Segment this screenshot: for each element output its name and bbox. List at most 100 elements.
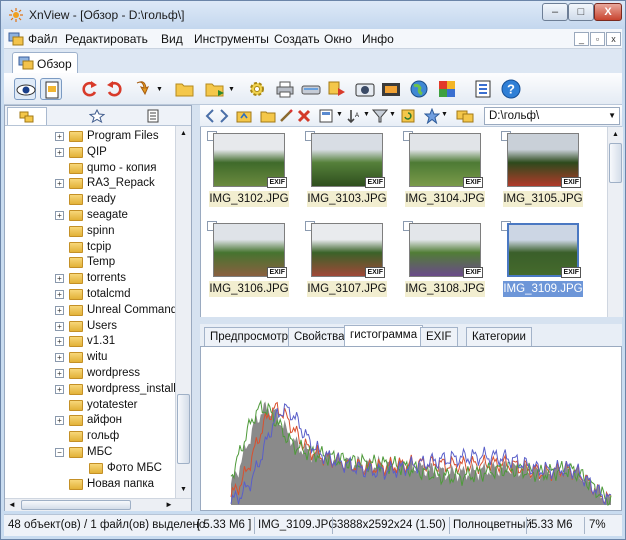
expand-toggle-icon[interactable]: − [55, 448, 64, 457]
menu-create[interactable]: Создать [274, 32, 320, 46]
thumbnail-item[interactable]: EXIF IMG_3109.JPG [499, 219, 585, 305]
chevron-down-icon[interactable]: ▼ [363, 111, 370, 118]
path-folders-icon[interactable] [456, 108, 476, 124]
rotate-left-icon[interactable] [78, 78, 100, 100]
thumbnail-item[interactable]: EXIF IMG_3105.JPG [499, 129, 585, 215]
expand-toggle-icon[interactable]: + [55, 337, 64, 347]
tree-item[interactable]: гольф [5, 429, 175, 445]
refresh-icon[interactable] [400, 108, 416, 124]
tree-scroll-thumb[interactable] [177, 394, 190, 464]
tree-item[interactable]: + Unreal Commander [5, 303, 175, 319]
path-field[interactable]: D:\гольф\ ▼ [484, 107, 620, 125]
favorites-icon[interactable] [77, 107, 117, 125]
menu-file[interactable]: Файл [28, 32, 58, 46]
folder-browse-icon[interactable] [204, 78, 226, 100]
preview-tab[interactable]: гистограмма [344, 325, 424, 346]
categories-icon[interactable] [133, 107, 173, 125]
chevron-down-icon[interactable]: ▼ [608, 108, 616, 124]
thumbnail-item[interactable]: EXIF IMG_3106.JPG [205, 219, 291, 305]
preview-tab[interactable]: Свойства [288, 327, 351, 346]
thumbs-vertical-scrollbar[interactable]: ▲ [607, 127, 623, 317]
preview-tab[interactable]: EXIF [420, 327, 458, 346]
tree-item[interactable]: + v1.31 [5, 334, 175, 350]
rename-icon[interactable] [278, 108, 294, 124]
tree-item[interactable]: + айфон [5, 413, 175, 429]
flip-icon[interactable] [132, 78, 154, 100]
mdi-minimize-button[interactable]: _ [574, 32, 589, 46]
folders-icon[interactable] [7, 107, 47, 125]
film-icon[interactable] [380, 78, 402, 100]
new-folder-icon[interactable] [260, 108, 276, 124]
expand-toggle-icon[interactable]: + [55, 211, 64, 220]
tree-item[interactable]: + witu [5, 350, 175, 366]
preview-tab[interactable]: Предпросмотр [204, 327, 294, 346]
tree-horizontal-scrollbar[interactable]: ◄ ► [5, 498, 191, 511]
close-button[interactable]: X [594, 3, 622, 21]
tree-item[interactable]: qumo - копия [5, 161, 175, 177]
tree-item[interactable]: + RA3_Repack [5, 176, 175, 192]
expand-toggle-icon[interactable]: + [55, 321, 64, 331]
page-icon[interactable] [40, 78, 62, 100]
sort-icon[interactable]: A [346, 108, 362, 124]
tree-item[interactable]: tcpip [5, 240, 175, 256]
chevron-down-icon[interactable]: ▼ [156, 86, 163, 93]
tree-item[interactable]: + totalcmd [5, 287, 175, 303]
scanner-icon[interactable] [300, 78, 322, 100]
scroll-left-icon[interactable]: ◄ [8, 500, 16, 509]
layout-icon[interactable] [472, 78, 494, 100]
tree-item[interactable]: + wordpress_installer [5, 382, 175, 398]
tree-item[interactable]: spinn [5, 224, 175, 240]
expand-toggle-icon[interactable]: + [55, 384, 64, 394]
settings-icon[interactable] [246, 78, 268, 100]
thumbnail-item[interactable]: EXIF IMG_3104.JPG [401, 129, 487, 215]
tree-item[interactable]: Новая папка [5, 477, 175, 493]
scroll-down-icon[interactable]: ▼ [180, 486, 187, 493]
printer-icon[interactable] [274, 78, 296, 100]
mdi-doc-icon[interactable] [8, 32, 24, 46]
chevron-down-icon[interactable]: ▼ [228, 86, 235, 93]
menu-window[interactable]: Окно [324, 32, 352, 46]
horizontal-splitter[interactable] [200, 317, 622, 324]
expand-toggle-icon[interactable]: + [55, 132, 64, 141]
tree-item[interactable]: Фото МБС [5, 461, 175, 477]
minimize-button[interactable]: – [542, 3, 568, 21]
tree-item[interactable]: yotatester [5, 398, 175, 414]
tab-browser[interactable]: Обзор [12, 52, 78, 73]
maximize-button[interactable]: □ [568, 3, 594, 21]
color-icon[interactable] [436, 78, 458, 100]
menu-info[interactable]: Инфо [362, 32, 394, 46]
scroll-up-icon[interactable]: ▲ [612, 131, 619, 138]
thumbs-scroll-thumb[interactable] [609, 143, 622, 183]
tree-item[interactable]: + seagate [5, 208, 175, 224]
mdi-restore-button[interactable]: ▫ [590, 32, 605, 46]
expand-toggle-icon[interactable]: + [55, 274, 64, 284]
thumbnail-item[interactable]: EXIF IMG_3103.JPG [303, 129, 389, 215]
mdi-close-button[interactable]: x [606, 32, 621, 46]
menu-view[interactable]: Вид [161, 32, 183, 46]
menu-tools[interactable]: Инструменты [194, 32, 269, 46]
thumbnail-item[interactable]: EXIF IMG_3102.JPG [205, 129, 291, 215]
filter-icon[interactable] [372, 108, 388, 124]
eye-icon[interactable] [14, 78, 36, 100]
expand-toggle-icon[interactable]: + [55, 416, 64, 426]
camera-icon[interactable] [354, 78, 376, 100]
favorites-star-icon[interactable] [424, 108, 440, 124]
tree-item[interactable]: + wordpress [5, 366, 175, 382]
delete-icon[interactable] [296, 108, 312, 124]
tree-item[interactable]: ready [5, 192, 175, 208]
expand-toggle-icon[interactable]: + [55, 179, 64, 189]
globe-icon[interactable] [408, 78, 430, 100]
expand-toggle-icon[interactable]: + [55, 290, 64, 299]
tree-item[interactable]: + Program Files [5, 129, 175, 145]
expand-toggle-icon[interactable]: + [55, 305, 64, 315]
expand-toggle-icon[interactable]: + [55, 369, 64, 378]
folder-open-icon[interactable] [174, 78, 196, 100]
back-icon[interactable] [204, 108, 216, 124]
expand-toggle-icon[interactable]: + [55, 353, 64, 363]
chevron-down-icon[interactable]: ▼ [389, 111, 396, 118]
parent-folder-icon[interactable] [236, 108, 252, 124]
tree-item[interactable]: + QIP [5, 145, 175, 161]
scroll-up-icon[interactable]: ▲ [180, 130, 187, 137]
chevron-down-icon[interactable]: ▼ [336, 111, 343, 118]
tree-item[interactable]: + torrents [5, 271, 175, 287]
